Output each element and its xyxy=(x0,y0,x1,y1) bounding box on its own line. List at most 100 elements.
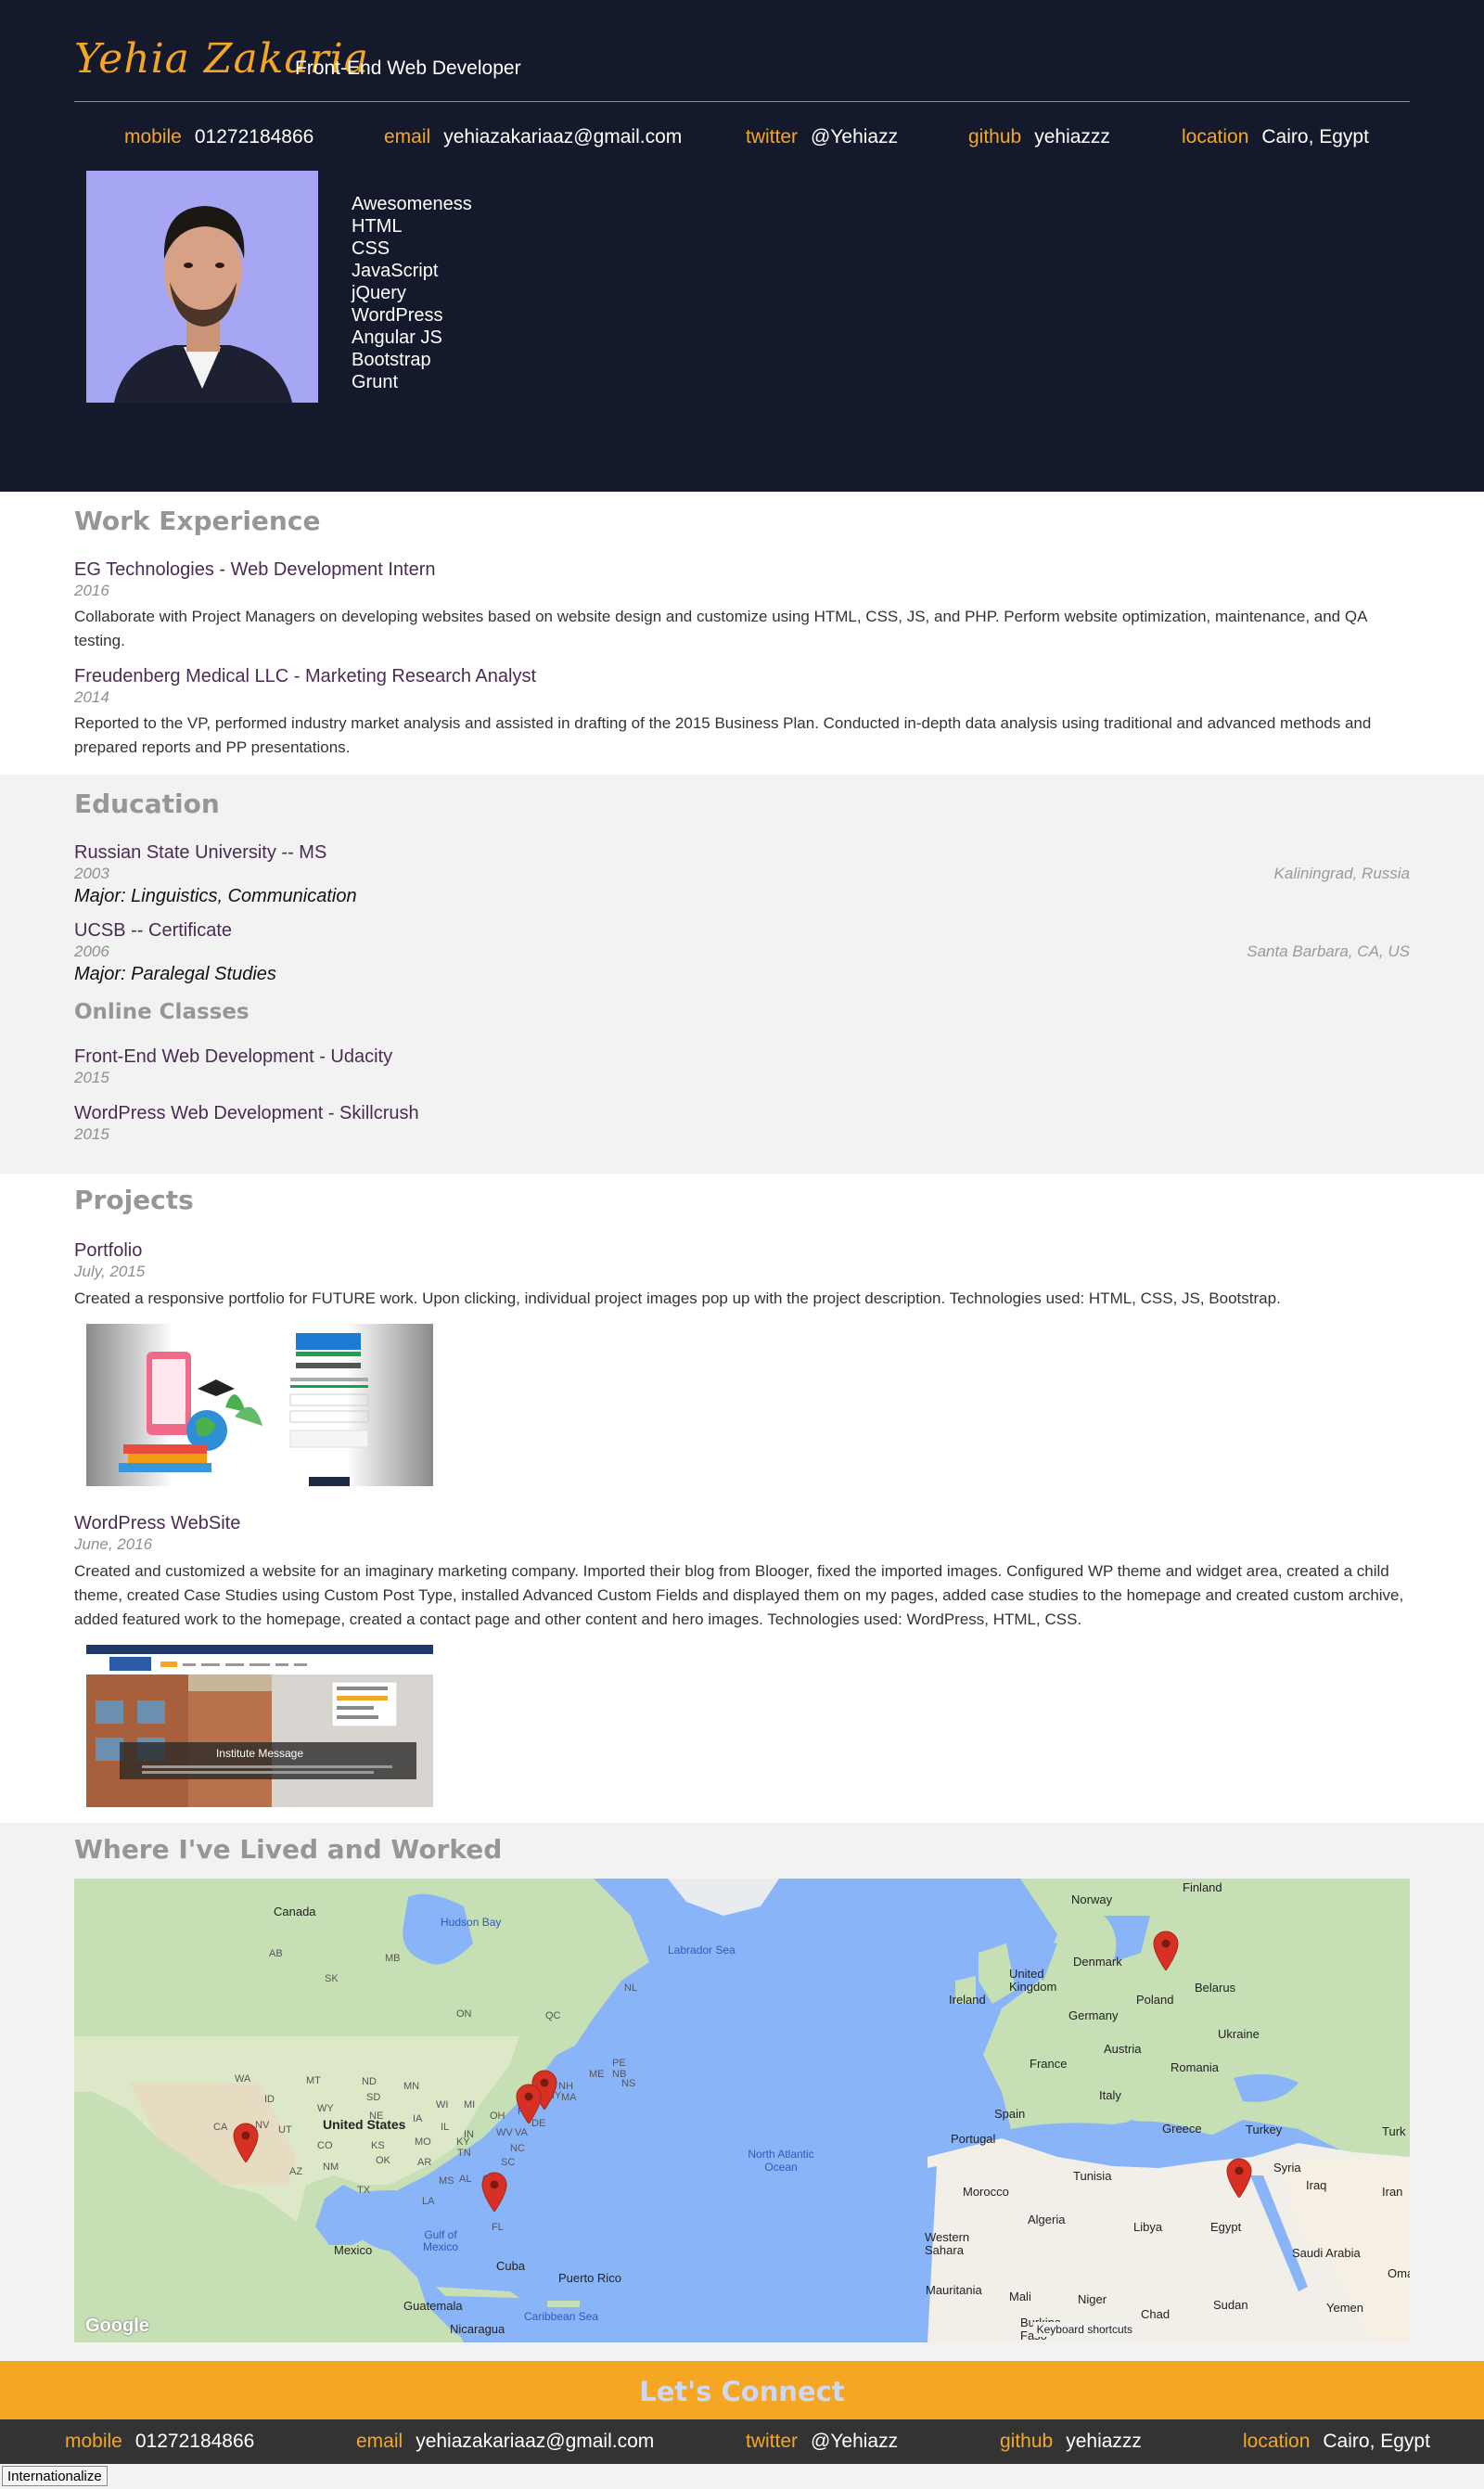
map-pin-icon[interactable] xyxy=(232,2122,260,2162)
map-region-label: CA xyxy=(213,2122,228,2133)
contact-value[interactable]: yehiazzz xyxy=(1066,2431,1142,2453)
map-region-label: ID xyxy=(264,2094,275,2105)
map-region-label: TN xyxy=(457,2148,471,2159)
header-contacts: mobile 01272184866 email yehiazakariaaz@… xyxy=(124,123,1369,151)
section-title: Where I've Lived and Worked xyxy=(74,1834,503,1865)
map-region-label: NS xyxy=(621,2078,636,2089)
contact-mobile: mobile 01272184866 xyxy=(65,2431,356,2453)
connect-title: Let's Connect xyxy=(639,2376,845,2407)
contact-value[interactable]: yehiazakariaaz@gmail.com xyxy=(443,126,682,148)
map-region-label: NM xyxy=(323,2162,339,2173)
map-region-label: KY xyxy=(456,2136,470,2148)
contact-value[interactable]: 01272184866 xyxy=(135,2431,254,2453)
map-region-label: AR xyxy=(417,2157,432,2168)
project-description: Created and customized a website for an … xyxy=(74,1562,1404,1628)
map-label: France xyxy=(1030,2057,1068,2071)
keyboard-shortcuts-link[interactable]: Keyboard shortcuts xyxy=(1032,2322,1136,2337)
map-region-label: ME xyxy=(589,2069,605,2080)
map-label: Iran xyxy=(1382,2185,1403,2199)
project-image-icon xyxy=(86,1324,433,1486)
contact-value[interactable]: yehiazakariaaz@gmail.com xyxy=(416,2431,654,2453)
section-title: Work Experience xyxy=(74,506,321,536)
map-region-label: KS xyxy=(371,2140,385,2151)
google-map[interactable]: Canada Hudson Bay Labrador Sea United St… xyxy=(74,1879,1410,2342)
map-label: Puerto Rico xyxy=(558,2271,621,2285)
contact-label: twitter xyxy=(746,126,799,148)
map-region-label: NE xyxy=(369,2111,384,2122)
project-date: July, 2015 xyxy=(74,1263,146,1280)
map-pin-icon[interactable] xyxy=(480,2171,508,2212)
profile-role: Front-End Web Developer xyxy=(295,58,521,79)
map-label: Libya xyxy=(1133,2220,1163,2234)
map-region-label: SC xyxy=(501,2157,516,2168)
map-label: Tunisia xyxy=(1073,2169,1112,2183)
online-class-date: 2015 xyxy=(74,1069,109,1086)
project-date: June, 2016 xyxy=(74,1535,153,1553)
connect-banner: Let's Connect xyxy=(0,2361,1484,2419)
job-date: 2014 xyxy=(74,688,109,706)
map-pin-icon[interactable] xyxy=(1225,2157,1253,2198)
job-title[interactable]: EG Technologies - Web Development Intern xyxy=(74,559,435,581)
wordpress-website-screenshot[interactable]: Institute Message xyxy=(86,1645,433,1807)
google-logo[interactable]: Google xyxy=(85,2316,149,2337)
skill-item: HTML xyxy=(352,216,403,237)
school-date: 2003 xyxy=(74,865,109,882)
map-label: Romania xyxy=(1171,2060,1220,2074)
map-pin-icon[interactable] xyxy=(515,2083,543,2123)
map-region-label: MA xyxy=(561,2092,577,2103)
job-description: Reported to the VP, performed industry m… xyxy=(74,714,1372,756)
online-class-title[interactable]: Front-End Web Development - Udacity xyxy=(74,1046,392,1068)
map-label: Turk xyxy=(1382,2124,1406,2138)
school-location: Santa Barbara, CA, US xyxy=(1247,943,1410,960)
contact-value[interactable]: @Yehiazz xyxy=(811,2431,898,2453)
project-title[interactable]: Portfolio xyxy=(74,1240,142,1262)
map-region-label: SK xyxy=(325,1973,339,1984)
map-region-label: IA xyxy=(413,2113,423,2124)
projects-section: Projects Portfolio July, 2015 Created a … xyxy=(0,1174,1484,1823)
map-region-label: ND xyxy=(362,2076,377,2087)
contact-location: location Cairo, Egypt xyxy=(1243,2431,1430,2453)
map-label: Caribbean Sea xyxy=(524,2310,599,2323)
google-logo-text: Google xyxy=(85,2316,149,2336)
map-region-label: NC xyxy=(510,2143,525,2154)
map-label: Denmark xyxy=(1073,1955,1122,1969)
map-label: Canada xyxy=(274,1905,316,1918)
internationalize-button[interactable]: Internationalize xyxy=(2,2466,108,2486)
contact-value[interactable]: yehiazzz xyxy=(1034,126,1110,148)
map-label: Germany xyxy=(1068,2008,1119,2022)
map-label: Gulf of Mexico xyxy=(422,2228,458,2253)
map-label: Saudi Arabia xyxy=(1292,2246,1361,2260)
education-section: Education Russian State University -- MS… xyxy=(0,775,1484,1174)
contact-value[interactable]: 01272184866 xyxy=(195,126,313,148)
portfolio-screenshot[interactable] xyxy=(86,1324,433,1486)
places-section: Where I've Lived and Worked Canada Hudso… xyxy=(0,1823,1484,2361)
map-region-label: OH xyxy=(490,2111,505,2122)
map-region-label: OK xyxy=(376,2155,390,2166)
job-description: Collaborate with Project Managers on dev… xyxy=(74,608,1367,649)
job-title[interactable]: Freudenberg Medical LLC - Marketing Rese… xyxy=(74,666,536,687)
footer-contacts: mobile 01272184866 email yehiazakariaaz@… xyxy=(65,2428,1430,2456)
contact-value[interactable]: @Yehiazz xyxy=(811,126,898,148)
map-label: Mali xyxy=(1009,2290,1031,2303)
map-label: Iraq xyxy=(1306,2178,1327,2192)
map-label: Niger xyxy=(1078,2292,1107,2306)
map-label: Western Sahara xyxy=(925,2230,970,2257)
school-title[interactable]: Russian State University -- MS xyxy=(74,842,326,864)
skill-item: Bootstrap xyxy=(352,350,431,370)
skill-item: WordPress xyxy=(352,305,443,326)
skill-item: Angular JS xyxy=(352,327,442,348)
map-label: Hudson Bay xyxy=(441,1916,502,1929)
project-title[interactable]: WordPress WebSite xyxy=(74,1513,240,1534)
contact-label: twitter xyxy=(746,2431,799,2452)
contact-email: email yehiazakariaaz@gmail.com xyxy=(356,2431,746,2453)
school-title[interactable]: UCSB -- Certificate xyxy=(74,920,232,942)
map-pin-icon[interactable] xyxy=(1152,1930,1180,1970)
map-label: Italy xyxy=(1099,2088,1121,2102)
contact-mobile: mobile 01272184866 xyxy=(124,126,384,148)
skill-item: jQuery xyxy=(352,283,406,303)
online-class-title[interactable]: WordPress Web Development - Skillcrush xyxy=(74,1103,419,1124)
map-label: Finland xyxy=(1183,1880,1222,1894)
job-date: 2016 xyxy=(74,582,109,599)
project-image-icon xyxy=(86,1645,433,1807)
header: Yehia Zakaria Front-End Web Developer mo… xyxy=(0,0,1484,492)
